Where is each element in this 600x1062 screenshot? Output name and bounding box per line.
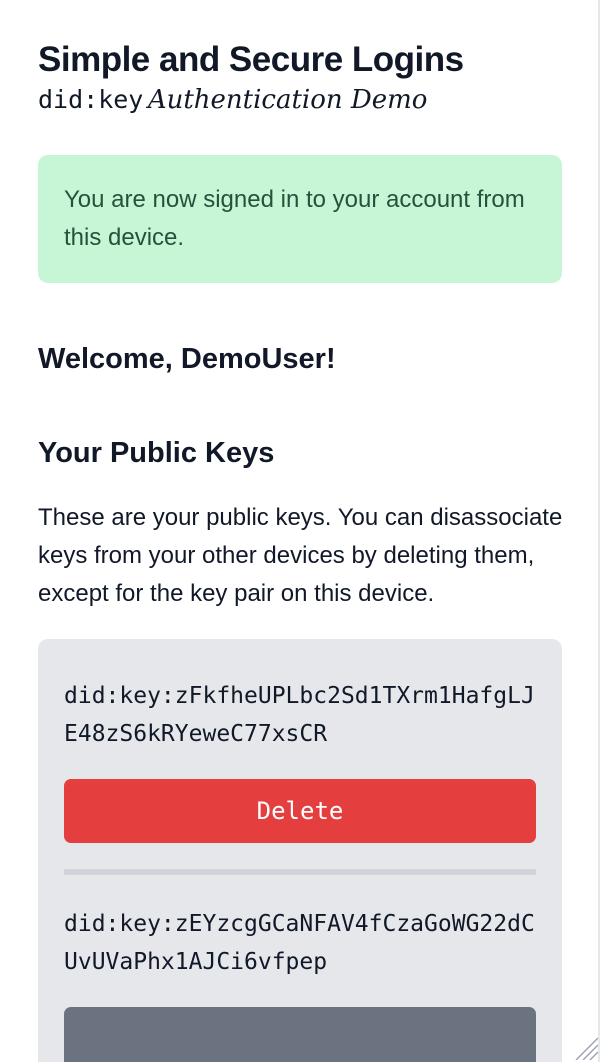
page-subtitle: did:key Authentication Demo	[38, 82, 562, 118]
current-device-key-button[interactable]	[64, 1007, 536, 1062]
public-keys-heading: Your Public Keys	[38, 437, 275, 469]
delete-key-button[interactable]: Delete	[64, 779, 536, 843]
public-key-id: did:key:zFkfheUPLbc2Sd1TXrm1HafgLJE48zS6…	[64, 683, 535, 747]
success-alert: You are now signed in to your account fr…	[38, 155, 562, 283]
public-key-id: did:key:zEYzcgGCaNFAV4fCzaGoWG22dCUvUVaP…	[64, 911, 535, 975]
key-divider	[64, 869, 536, 875]
subtitle-code: did:key	[38, 85, 144, 114]
public-keys-description: These are your public keys. You can disa…	[38, 504, 563, 607]
resize-grip-icon[interactable]	[572, 1034, 598, 1060]
page-title: Simple and Secure Logins	[38, 40, 464, 79]
public-keys-list: did:key:zFkfheUPLbc2Sd1TXrm1HafgLJE48zS6…	[38, 639, 562, 1062]
page: Simple and Secure Logins did:key Authent…	[0, 0, 600, 1062]
welcome-heading: Welcome, DemoUser!	[38, 343, 336, 375]
subtitle-text: Authentication Demo	[147, 85, 428, 115]
